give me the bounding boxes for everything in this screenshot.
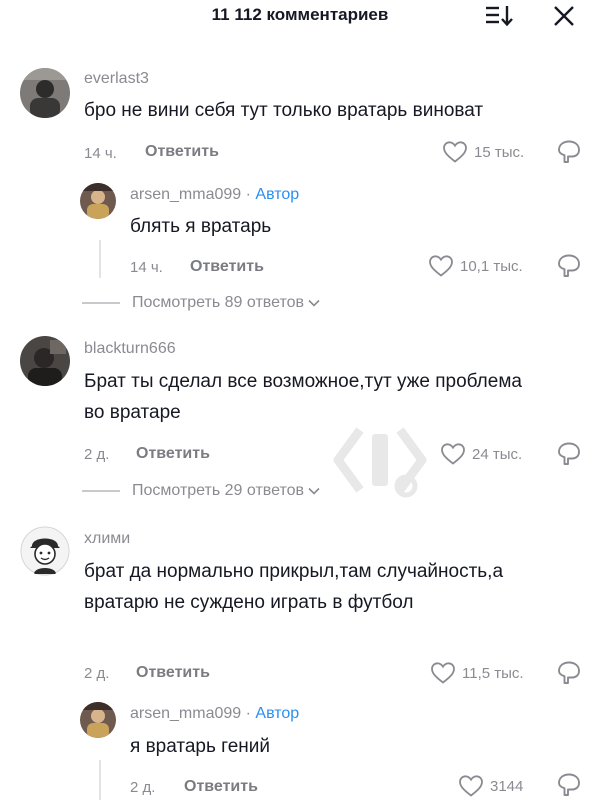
separator-dot: · — [241, 186, 256, 203]
reply-text: блять я вратарь — [130, 216, 272, 237]
separator-dot: · — [241, 705, 256, 722]
divider — [82, 302, 120, 304]
comment-time: 2 д. — [84, 665, 110, 682]
like-count: 10,1 тыс. — [460, 257, 523, 275]
view-replies-label: Посмотреть 89 ответов — [132, 294, 304, 311]
dislike-icon[interactable] — [555, 440, 583, 468]
view-replies-button[interactable]: Посмотреть 29 ответов — [82, 482, 320, 500]
like-count: 3144 — [490, 777, 524, 795]
avatar[interactable] — [80, 183, 116, 219]
close-icon[interactable] — [551, 3, 577, 29]
reply-button[interactable]: Ответить — [145, 143, 219, 161]
like-button[interactable]: 11,5 тыс. — [430, 659, 524, 687]
heart-icon — [441, 443, 465, 465]
view-replies-label: Посмотреть 29 ответов — [132, 482, 304, 499]
like-count: 11,5 тыс. — [462, 664, 524, 682]
reply-text: я вратарь гений — [130, 736, 270, 757]
thread-line — [99, 760, 101, 800]
reply-time: 14 ч. — [130, 259, 163, 276]
avatar[interactable] — [80, 702, 116, 738]
comment-time: 2 д. — [84, 446, 110, 463]
dislike-icon[interactable] — [555, 771, 583, 799]
comment-time: 14 ч. — [84, 145, 117, 162]
divider — [82, 490, 120, 492]
sort-icon[interactable] — [484, 4, 514, 28]
like-button[interactable]: 24 тыс. — [440, 440, 522, 468]
chevron-down-icon — [308, 487, 320, 495]
reply-username-text: arsen_mma099 — [130, 705, 242, 722]
dislike-icon[interactable] — [555, 252, 583, 280]
reply-username-text: arsen_mma099 — [130, 186, 242, 203]
reply-time: 2 д. — [130, 779, 156, 796]
reply-username[interactable]: arsen_mma099 · Автор — [130, 186, 299, 204]
dislike-icon[interactable] — [555, 138, 583, 166]
avatar[interactable] — [20, 526, 70, 576]
comment-username[interactable]: everlast3 — [84, 70, 149, 88]
reply-username[interactable]: arsen_mma099 · Автор — [130, 705, 299, 723]
like-count: 15 тыс. — [474, 143, 525, 161]
like-button[interactable]: 15 тыс. — [442, 138, 524, 166]
reply-button[interactable]: Ответить — [136, 664, 210, 682]
avatar[interactable] — [20, 68, 70, 118]
reply-button[interactable]: Ответить — [184, 778, 258, 796]
comments-header: 11 112 комментариев — [0, 0, 600, 36]
thread-line — [99, 240, 101, 278]
heart-icon — [429, 255, 453, 277]
heart-icon — [431, 662, 455, 684]
heart-icon — [443, 141, 467, 163]
heart-icon — [459, 775, 483, 797]
comment-username[interactable]: хлими — [84, 530, 130, 548]
comment-text: бро не вини себя тут только вратарь вино… — [84, 100, 484, 121]
reply-button[interactable]: Ответить — [136, 445, 210, 463]
like-button[interactable]: 10,1 тыс. — [428, 252, 523, 280]
view-replies-button[interactable]: Посмотреть 89 ответов — [82, 294, 320, 312]
chevron-down-icon — [308, 299, 320, 307]
reply-button[interactable]: Ответить — [190, 258, 264, 276]
author-badge: Автор — [255, 186, 300, 203]
author-badge: Автор — [255, 705, 300, 722]
avatar[interactable] — [20, 336, 70, 386]
like-button[interactable]: 3144 — [458, 772, 523, 800]
watermark-logo — [333, 427, 427, 498]
comment-username[interactable]: blackturn666 — [84, 340, 176, 358]
comment-text: Брат ты сделал все возможное,тут уже про… — [84, 371, 522, 423]
comment-text: брат да нормально прикрыл,там случайност… — [84, 561, 504, 613]
dislike-icon[interactable] — [555, 659, 583, 687]
like-count: 24 тыс. — [472, 445, 523, 463]
